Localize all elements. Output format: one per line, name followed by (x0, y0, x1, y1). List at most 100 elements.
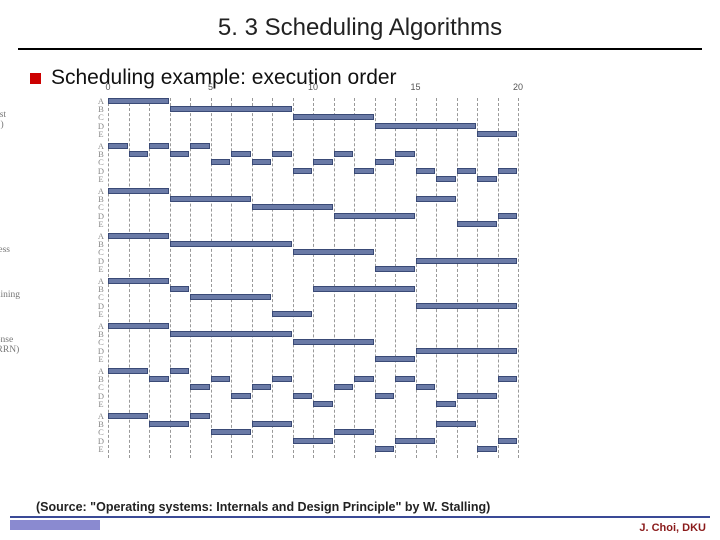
gridline (416, 98, 417, 458)
bullet-item: Scheduling example: execution order (30, 66, 702, 90)
gridline (211, 98, 212, 458)
footer-divider (10, 516, 710, 518)
gantt-bar (436, 421, 476, 427)
source-citation: (Source: "Operating systems: Internals a… (36, 500, 490, 514)
gantt-bar (108, 413, 148, 419)
gantt-bar (170, 331, 292, 337)
gantt-bar (211, 376, 231, 382)
x-tick: 0 (105, 82, 110, 92)
gantt-bar (190, 384, 210, 390)
gantt-bar (416, 196, 456, 202)
gridline (477, 98, 478, 458)
gantt-bar (313, 159, 333, 165)
gantt-bar (211, 159, 231, 165)
gridline (375, 98, 376, 458)
gantt-bar (313, 401, 333, 407)
x-tick: 10 (308, 82, 318, 92)
x-tick: 20 (513, 82, 523, 92)
gantt-bar (416, 384, 436, 390)
gantt-bar (436, 176, 456, 182)
gridline (457, 98, 458, 458)
gantt-bar (170, 151, 190, 157)
gantt-bar (211, 429, 251, 435)
algorithm-label: First come firstserved (FCFS) (0, 110, 86, 131)
gantt-bar (293, 249, 374, 255)
gantt-bar (231, 393, 251, 399)
gantt-bar (375, 446, 395, 452)
gantt-bar (416, 303, 518, 309)
gantt-bar (334, 384, 354, 390)
gantt-bar (334, 151, 354, 157)
process-label: E (96, 129, 106, 139)
gantt-bar (354, 168, 374, 174)
algorithm-label: Round-robin(RR), q = 1 (0, 155, 86, 176)
gantt-bar (272, 151, 292, 157)
gantt-bar (477, 446, 497, 452)
gantt-bar (108, 143, 128, 149)
footer-accent (10, 520, 100, 530)
gantt-bar (149, 376, 169, 382)
gantt-bar (416, 258, 518, 264)
process-label: E (96, 309, 106, 319)
x-tick: 5 (208, 82, 213, 92)
x-tick: 15 (410, 82, 420, 92)
gantt-bar (252, 204, 333, 210)
gantt-bar (436, 401, 456, 407)
gridline (518, 98, 519, 458)
gantt-bar (272, 376, 292, 382)
author-label: J. Choi, DKU (639, 522, 706, 534)
gantt-bar (457, 168, 477, 174)
process-label: E (96, 264, 106, 274)
gantt-bar (498, 168, 518, 174)
gantt-bar (457, 393, 497, 399)
gantt-bar (416, 348, 518, 354)
gantt-bar (498, 438, 518, 444)
gridline (293, 98, 294, 458)
algorithm-label: Shortest processnext (SPN) (0, 245, 86, 266)
process-label: E (96, 354, 106, 364)
gantt-bar (252, 384, 272, 390)
gantt-bar (293, 339, 374, 345)
process-label: E (96, 219, 106, 229)
algorithm-label: Feedbackq = 1 (0, 380, 86, 401)
gantt-bar (190, 294, 271, 300)
gantt-bar (252, 421, 292, 427)
gantt-bar (375, 159, 395, 165)
gantt-bar (498, 213, 518, 219)
gantt-bar (170, 368, 190, 374)
gantt-bar (108, 188, 169, 194)
gantt-bar (334, 429, 374, 435)
gridline (190, 98, 191, 458)
gantt-bar (190, 143, 210, 149)
gantt-bar (108, 278, 169, 284)
gantt-bar (190, 413, 210, 419)
gantt-bar (170, 241, 292, 247)
gantt-bar (477, 131, 517, 137)
gantt-bar (293, 393, 313, 399)
bullet-icon (30, 73, 41, 84)
gantt-bar (170, 196, 251, 202)
process-label: E (96, 174, 106, 184)
gantt-bar (293, 114, 374, 120)
gantt-bar (334, 213, 415, 219)
gantt-bar (477, 176, 497, 182)
bullet-text: Scheduling example: execution order (51, 66, 397, 90)
gantt-bar (457, 221, 497, 227)
gantt-bar (375, 393, 395, 399)
gantt-bar (108, 98, 169, 104)
gridline (498, 98, 499, 458)
gantt-bar (416, 168, 436, 174)
gantt-bar (272, 311, 312, 317)
gantt-bar (170, 106, 292, 112)
schedule-chart: 05101520First come firstserved (FCFS)ABC… (90, 98, 630, 468)
gantt-bar (354, 376, 374, 382)
gridline (354, 98, 355, 458)
gantt-bar (149, 143, 169, 149)
gantt-bar (375, 266, 415, 272)
algorithm-label: Feedbackq = 2^i (0, 425, 86, 446)
gridline (252, 98, 253, 458)
gantt-bar (498, 376, 518, 382)
algorithm-label: Shortest remainingtime (SRT) (0, 290, 86, 311)
gantt-bar (149, 421, 189, 427)
gantt-bar (293, 168, 313, 174)
